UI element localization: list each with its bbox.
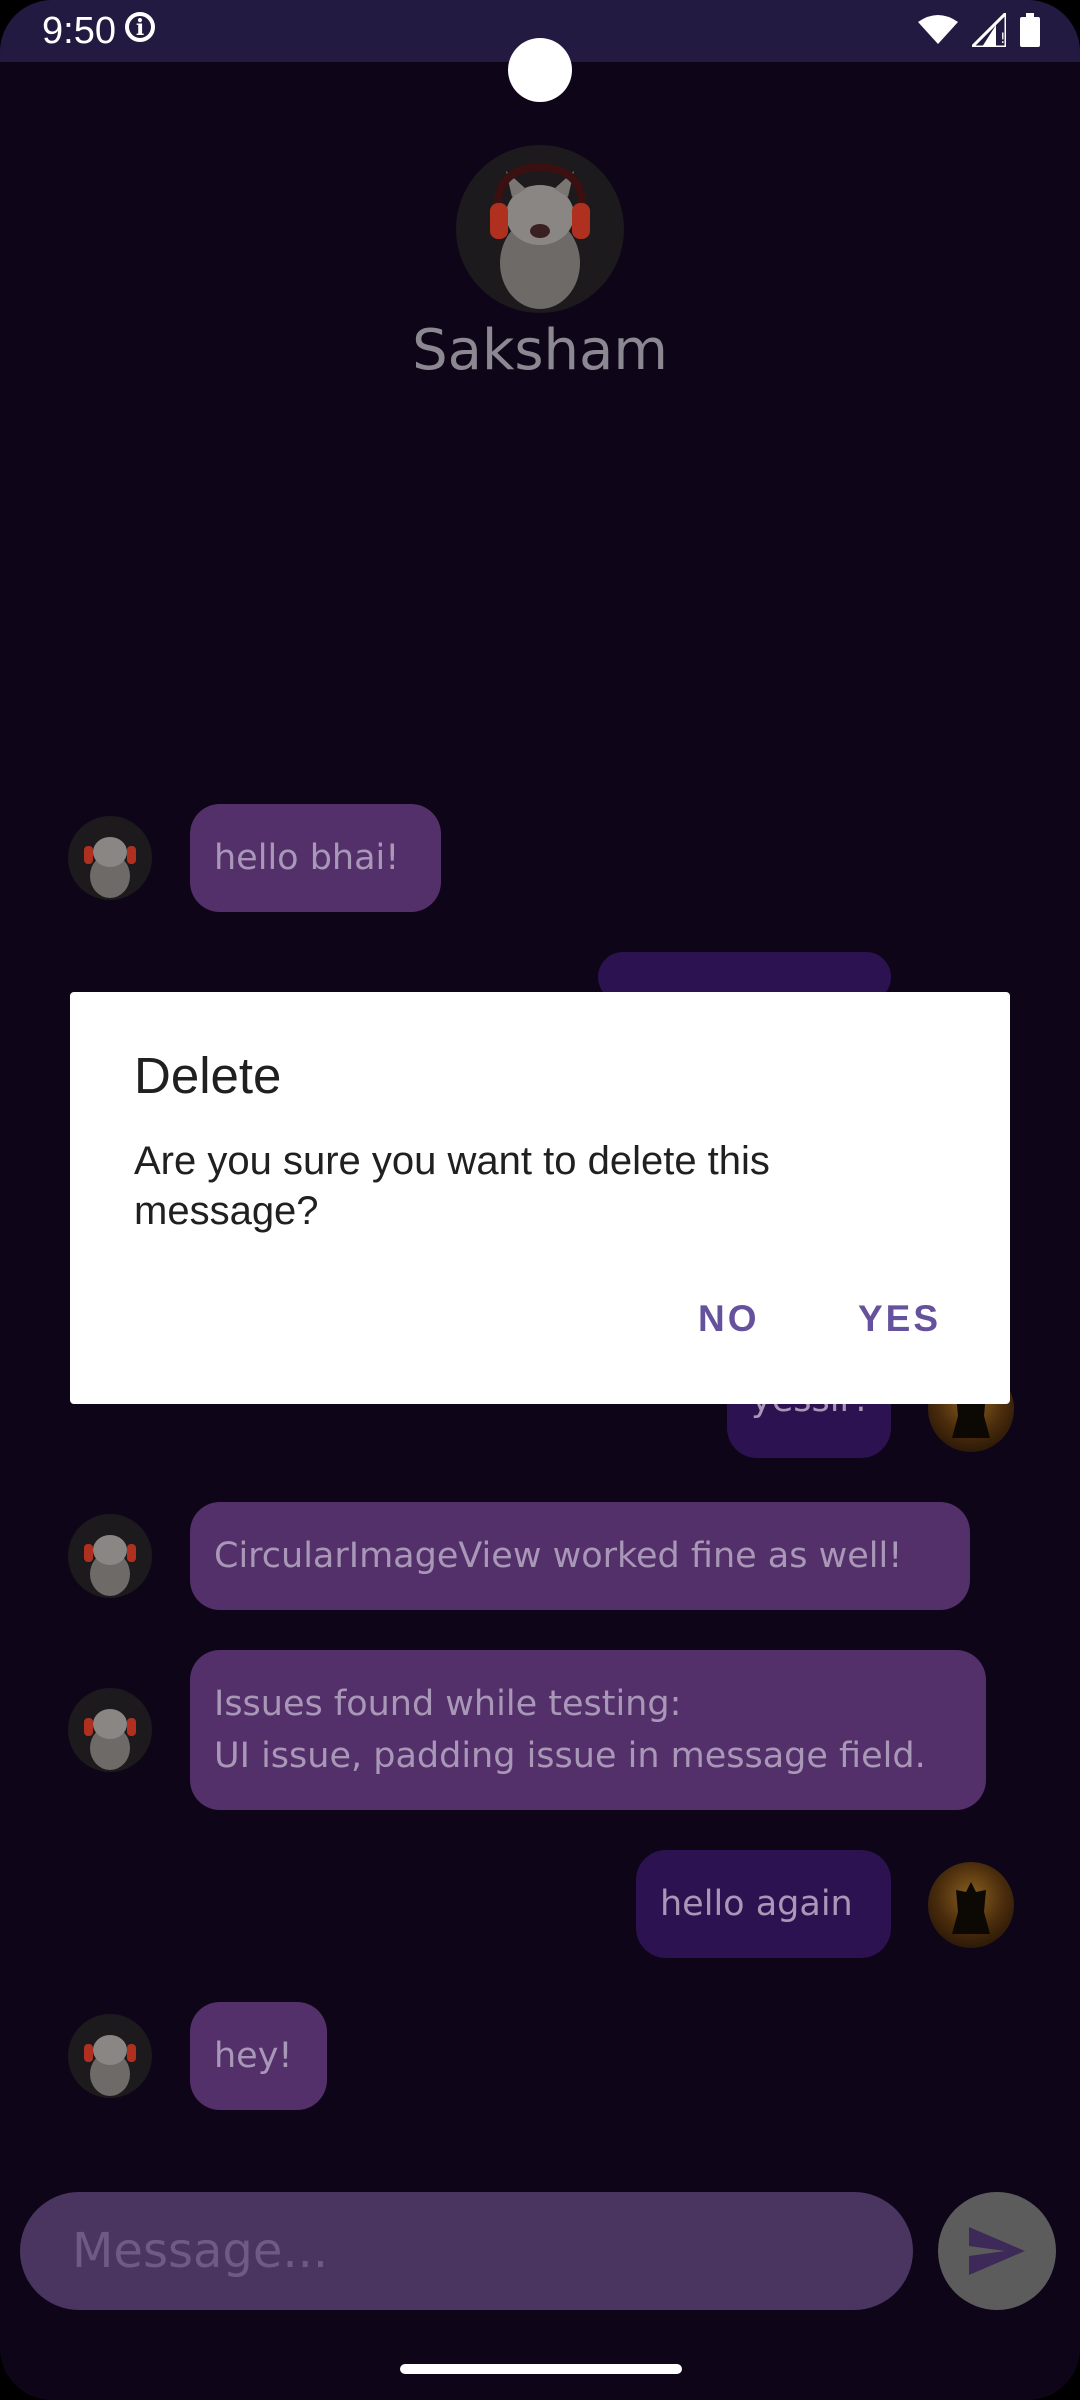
send-button[interactable]: [938, 2192, 1056, 2310]
message-input-placeholder: Message...: [72, 2223, 329, 2279]
message-bubble-received[interactable]: CircularImageView worked fine as well!: [190, 1502, 970, 1610]
message-text: hello bhai!: [214, 838, 400, 878]
contact-avatar[interactable]: [456, 145, 624, 313]
front-camera: [508, 38, 572, 102]
yes-button[interactable]: YES: [858, 1298, 941, 1340]
received-avatar: [68, 1688, 152, 1772]
sent-avatar: [928, 1862, 1014, 1948]
message-bubble-received[interactable]: Issues found while testing: UI issue, pa…: [190, 1650, 986, 1810]
message-text: CircularImageView worked fine as well!: [214, 1536, 903, 1576]
info-icon: i: [125, 12, 155, 42]
contact-name: Saksham: [412, 318, 668, 383]
received-avatar: [68, 1514, 152, 1598]
received-avatar: [68, 2014, 152, 2098]
chat-screen: 9:50 i ! Saksham hello bhai! yessir!: [0, 0, 1080, 2400]
dialog-title: Delete: [134, 1047, 282, 1104]
message-bubble-sent[interactable]: hello again: [636, 1850, 891, 1958]
send-icon: [969, 2227, 1025, 2275]
message-bubble-received[interactable]: hello bhai!: [190, 804, 441, 912]
delete-dialog: Delete Are you sure you want to delete t…: [70, 992, 1010, 1404]
message-text: hey!: [214, 2036, 293, 2076]
status-icons: !: [918, 12, 1040, 48]
message-bubble-received[interactable]: hey!: [190, 2002, 327, 2110]
cellular-signal-icon: !: [972, 13, 1006, 47]
received-avatar: [68, 816, 152, 900]
home-indicator[interactable]: [400, 2364, 682, 2374]
message-text: hello again: [660, 1884, 853, 1924]
svg-text:!: !: [1000, 31, 1006, 47]
dialog-message: Are you sure you want to delete this mes…: [134, 1139, 770, 1233]
message-text: Issues found while testing: UI issue, pa…: [214, 1684, 926, 1776]
message-input[interactable]: Message...: [20, 2192, 913, 2310]
no-button[interactable]: NO: [698, 1298, 760, 1340]
wifi-icon: [918, 15, 958, 44]
battery-icon: [1020, 13, 1040, 47]
status-time: 9:50: [42, 10, 116, 52]
